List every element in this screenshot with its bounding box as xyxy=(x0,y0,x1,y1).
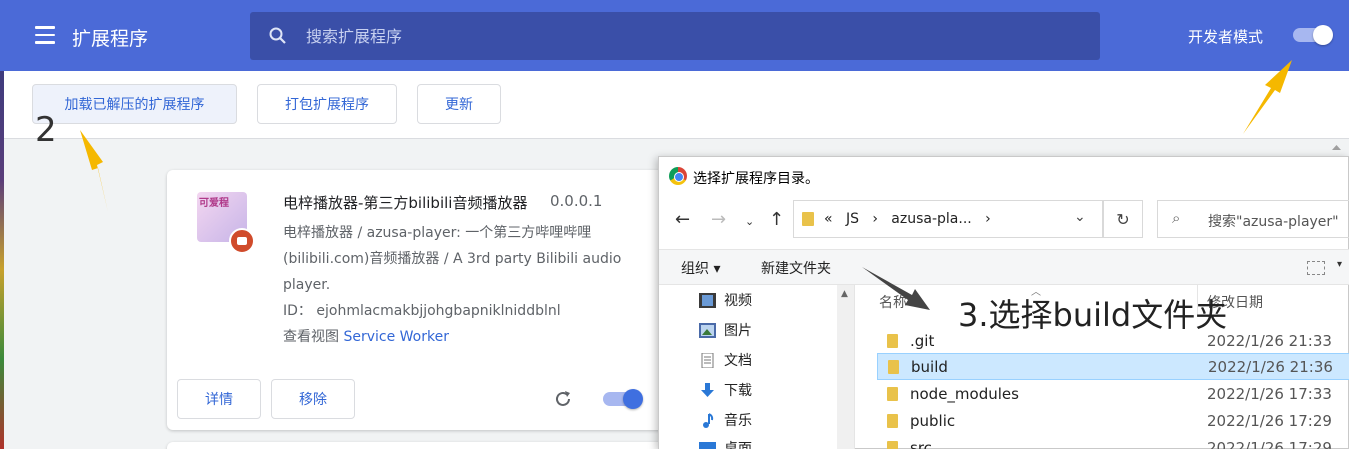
pack-extension-button[interactable]: 打包扩展程序 xyxy=(257,84,397,124)
service-worker-link[interactable]: Service Worker xyxy=(343,329,449,345)
remove-button[interactable]: 移除 xyxy=(271,379,355,419)
breadcrumb-overflow[interactable]: « xyxy=(824,211,833,227)
dialog-search-placeholder: 搜索"azusa-player" xyxy=(1208,214,1339,230)
navigation-pane: 视频 图片 文档 下载 音乐 桌面 ▲ xyxy=(659,285,855,449)
file-date: 2022/1/26 17:29 xyxy=(1207,438,1332,449)
extension-views: 查看视图 Service Worker xyxy=(283,326,449,346)
picture-icon xyxy=(699,322,716,338)
app-header: 扩展程序 开发者模式 xyxy=(0,0,1349,71)
desktop-icon xyxy=(699,441,716,449)
folder-icon xyxy=(802,212,814,226)
search-icon: ⌕ xyxy=(1172,209,1181,227)
scroll-up-arrow[interactable] xyxy=(1328,139,1345,156)
load-unpacked-button[interactable]: 加载已解压的扩展程序 xyxy=(32,84,237,124)
extension-enable-toggle[interactable] xyxy=(603,389,643,409)
video-icon xyxy=(699,292,716,308)
nav-pane-scrollbar[interactable]: ▲ xyxy=(837,285,854,449)
view-options-icon[interactable] xyxy=(1307,261,1325,275)
search-box[interactable] xyxy=(250,12,1100,60)
nav-item-label: 下载 xyxy=(724,383,752,399)
file-row[interactable]: node_modules 2022/1/26 17:33 xyxy=(877,380,1349,407)
folder-icon xyxy=(887,333,898,348)
recent-locations-chevron-icon[interactable]: ⌄ xyxy=(745,215,754,228)
step-2-annotation: 2 xyxy=(35,110,57,150)
breadcrumb: « JS › azusa-pla... › xyxy=(824,211,991,227)
file-date: 2022/1/26 21:36 xyxy=(1208,357,1333,376)
step-3-annotation: 3.选择build文件夹 xyxy=(958,296,1228,334)
extension-id-label: ID： xyxy=(283,303,312,319)
new-folder-button[interactable]: 新建文件夹 xyxy=(761,258,831,278)
file-date: 2022/1/26 17:33 xyxy=(1207,384,1332,403)
file-row[interactable]: public 2022/1/26 17:29 xyxy=(877,407,1349,434)
dialog-title: 选择扩展程序目录。 xyxy=(693,171,819,187)
nav-item-label: 桌面 xyxy=(724,441,752,449)
extension-description: 电梓播放器 / azusa-player: 一个第三方哔哩哔哩(bilibili… xyxy=(283,225,622,293)
extension-card xyxy=(167,442,667,449)
extension-name: 电梓播放器-第三方bilibili音频播放器 xyxy=(283,194,528,212)
nav-item-videos[interactable]: 视频 xyxy=(699,287,752,313)
chrome-icon xyxy=(669,167,687,185)
column-header-name[interactable]: 名称 xyxy=(879,292,907,312)
extensions-toolbar: 加载已解压的扩展程序 打包扩展程序 更新 xyxy=(4,71,1349,139)
dev-mode-toggle[interactable] xyxy=(1293,25,1333,45)
up-arrow-icon[interactable]: ↑ xyxy=(769,209,784,230)
organize-menu[interactable]: 组织 ▾ xyxy=(681,258,720,278)
file-date: 2022/1/26 17:29 xyxy=(1207,411,1332,430)
file-name: public xyxy=(910,411,956,430)
folder-icon xyxy=(887,440,898,449)
view-dropdown-icon[interactable]: ▾ xyxy=(1337,259,1342,270)
extension-id: ID： ejohmlacmakbjjohgbapniklniddblnl xyxy=(283,300,561,320)
music-icon xyxy=(703,412,714,428)
reload-icon[interactable] xyxy=(552,388,574,410)
dialog-toolbar: 组织 ▾ 新建文件夹 ▾ xyxy=(659,249,1349,285)
file-row[interactable]: src 2022/1/26 17:29 xyxy=(877,434,1349,449)
nav-item-label: 图片 xyxy=(724,323,752,339)
extension-version: 0.0.0.1 xyxy=(550,192,603,210)
page-title: 扩展程序 xyxy=(72,28,149,50)
folder-icon xyxy=(888,359,899,374)
breadcrumb-separator: › xyxy=(872,211,878,227)
breadcrumb-item-js[interactable]: JS xyxy=(846,211,859,227)
nav-item-label: 视频 xyxy=(724,293,752,309)
extension-logo-text: 可爱程 xyxy=(199,198,229,209)
update-button[interactable]: 更新 xyxy=(417,84,501,124)
extension-card: 可爱程 电梓播放器-第三方bilibili音频播放器 0.0.0.1 电梓播放器… xyxy=(167,170,667,430)
dev-mode-label: 开发者模式 xyxy=(1188,28,1264,46)
refresh-icon[interactable]: ↻ xyxy=(1103,200,1143,238)
nav-item-downloads[interactable]: 下载 xyxy=(699,377,752,403)
file-row-selected[interactable]: build 2022/1/26 21:36 xyxy=(877,353,1349,380)
breadcrumb-item-azusa[interactable]: azusa-pla... xyxy=(891,211,971,227)
details-button[interactable]: 详情 xyxy=(177,379,261,419)
nav-item-label: 文档 xyxy=(724,353,752,369)
nav-item-documents[interactable]: 文档 xyxy=(699,347,752,373)
extension-id-value: ejohmlacmakbjjohgbapniklniddblnl xyxy=(316,303,561,319)
address-dropdown-icon[interactable]: ⌄ xyxy=(1074,209,1086,225)
breadcrumb-separator: › xyxy=(985,211,991,227)
folder-icon xyxy=(887,386,898,401)
menu-icon[interactable] xyxy=(35,26,55,44)
service-worker-badge-icon xyxy=(229,228,255,254)
arrow-to-load-unpacked-icon xyxy=(80,130,108,212)
forward-arrow-icon[interactable]: → xyxy=(711,209,726,230)
file-name: build xyxy=(911,357,948,376)
back-arrow-icon[interactable]: ← xyxy=(675,209,690,230)
nav-item-music[interactable]: 音乐 xyxy=(699,407,752,433)
search-input[interactable] xyxy=(306,25,1066,47)
nav-item-pictures[interactable]: 图片 xyxy=(699,317,752,343)
nav-item-desktop[interactable]: 桌面 xyxy=(699,435,752,449)
search-icon xyxy=(269,27,286,44)
file-name: src xyxy=(910,438,932,449)
file-name: node_modules xyxy=(910,384,1019,403)
dialog-search-box[interactable]: ⌕ 搜索"azusa-player" xyxy=(1157,200,1349,238)
download-icon xyxy=(701,382,714,397)
nav-item-label: 音乐 xyxy=(724,413,752,429)
document-icon xyxy=(701,352,714,368)
folder-icon xyxy=(887,413,898,428)
address-bar[interactable]: « JS › azusa-pla... › ⌄ xyxy=(793,200,1103,238)
views-label: 查看视图 xyxy=(283,329,339,345)
